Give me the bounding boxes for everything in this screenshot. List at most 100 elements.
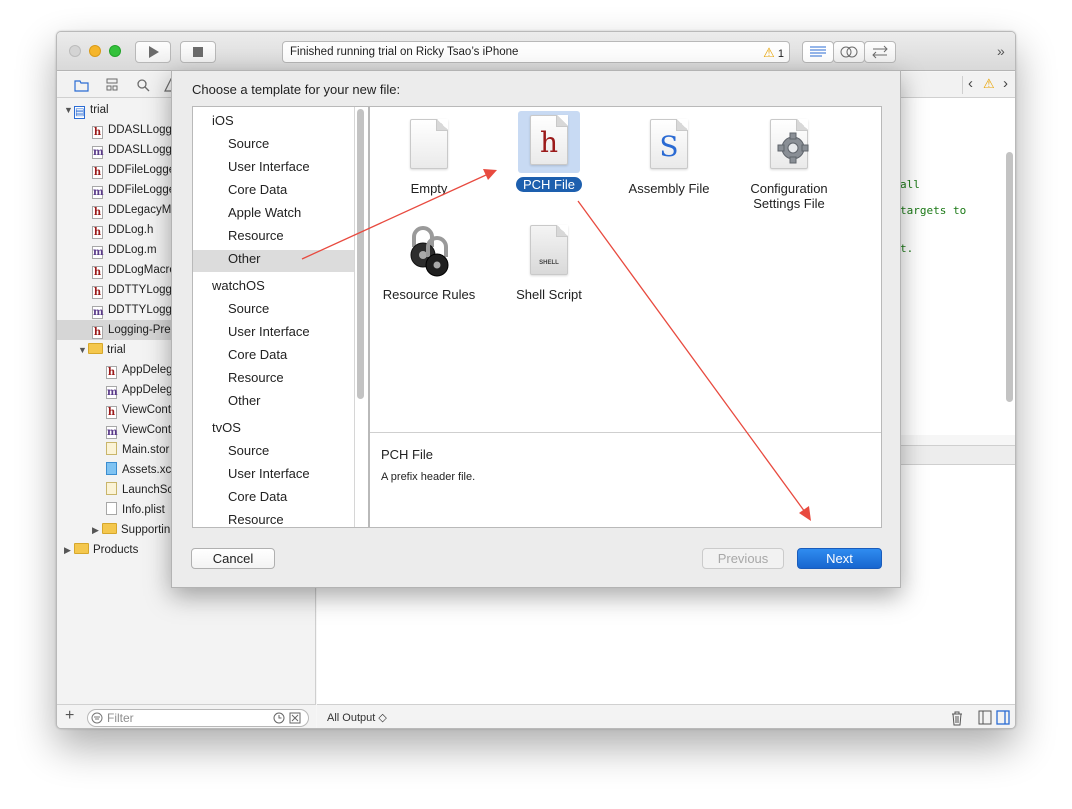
editor-scrollbar[interactable] — [1006, 152, 1013, 402]
navigator-item[interactable]: m DDASLLogge — [92, 140, 178, 160]
filter-field[interactable]: Filter — [87, 709, 309, 727]
navigator-item[interactable]: m DDFileLogge — [92, 180, 175, 200]
header-file-icon: h — [92, 226, 103, 239]
navigator-item[interactable]: h AppDeleg — [106, 360, 173, 380]
navigator-item[interactable]: h DDLogMacro — [92, 260, 176, 280]
zoom-window-button[interactable] — [109, 45, 121, 57]
navigator-item[interactable]: ▶ Products — [64, 540, 138, 560]
code-line: all — [900, 178, 920, 191]
category-item[interactable]: Resource — [228, 228, 284, 243]
navigator-filter-bar: + Filter — [57, 704, 316, 728]
scm-filter-icon[interactable] — [289, 712, 301, 724]
navigator-item[interactable]: h DDFileLogge — [92, 160, 175, 180]
navigator-item-label: LaunchSc — [122, 484, 174, 496]
template-resource-rules[interactable]: Resource Rules — [374, 221, 484, 302]
template-shell-script[interactable]: SHELL Shell Script — [494, 221, 604, 302]
warning-badge[interactable]: ⚠ 1 — [763, 45, 784, 61]
disclosure-triangle-icon[interactable]: ▶ — [64, 540, 74, 560]
navigator-item[interactable]: h Logging-Pre — [92, 320, 171, 340]
category-item[interactable]: Source — [228, 136, 269, 151]
category-item[interactable]: User Interface — [228, 324, 310, 339]
category-item[interactable]: Resource — [228, 512, 284, 527]
navigator-item[interactable]: Main.stor — [106, 440, 169, 460]
navigator-item[interactable]: ▶ Supportin — [92, 520, 170, 540]
console-view-toggle-icon[interactable] — [996, 710, 1010, 725]
template-pch-file[interactable]: h PCH File — [494, 111, 604, 192]
category-item[interactable]: User Interface — [228, 466, 310, 481]
navigator-item[interactable]: h ViewCont — [106, 400, 171, 420]
template-label: Configuration Settings File — [750, 181, 828, 211]
template-configuration-settings-file[interactable]: Configuration Settings File — [734, 115, 844, 211]
navigator-item-label: Main.stor — [122, 444, 170, 456]
lines-icon — [810, 46, 826, 57]
navigator-item[interactable]: ▼ ▤ trial — [64, 100, 109, 120]
navigator-item[interactable]: m DDTTYLogg — [92, 300, 172, 320]
navigator-item[interactable]: h DDLog.h — [92, 220, 153, 240]
category-item[interactable]: User Interface — [228, 159, 310, 174]
category-item[interactable]: Source — [228, 301, 269, 316]
category-heading: watchOS — [212, 278, 265, 293]
cancel-button[interactable]: Cancel — [191, 548, 275, 569]
template-category-list[interactable]: iOS Source User Interface Core Data Apple Wa… — [192, 106, 369, 528]
category-item[interactable]: Resource — [228, 370, 284, 385]
stop-button[interactable] — [180, 41, 216, 63]
category-item[interactable]: Core Data — [228, 489, 287, 504]
next-button[interactable]: Next — [797, 548, 882, 569]
hierarchy-icon[interactable] — [105, 78, 120, 92]
navigator-item[interactable]: h DDTTYLogg — [92, 280, 172, 300]
code-line: t. — [900, 242, 914, 255]
category-item[interactable]: Core Data — [228, 347, 287, 362]
version-editor-button[interactable] — [864, 41, 896, 63]
output-selector[interactable]: All Output ◇ — [327, 711, 387, 724]
template-empty[interactable]: Empty — [374, 115, 484, 196]
category-item[interactable]: Other — [228, 251, 261, 266]
template-assembly-file[interactable]: S Assembly File — [614, 115, 724, 196]
category-item[interactable]: Core Data — [228, 182, 287, 197]
header-file-icon: h — [92, 166, 103, 179]
add-icon[interactable]: + — [65, 707, 74, 725]
navigator-item[interactable]: h DDLegacyM — [92, 200, 171, 220]
disclosure-triangle-icon[interactable]: ▼ — [64, 100, 74, 120]
navigator-item[interactable]: Info.plist — [106, 500, 165, 520]
run-button[interactable] — [135, 41, 171, 63]
navigator-item[interactable]: m ViewCont — [106, 420, 171, 440]
disclosure-triangle-icon[interactable]: ▶ — [92, 520, 102, 540]
category-item[interactable]: Other — [228, 393, 261, 408]
trash-icon[interactable] — [950, 710, 964, 726]
code-line: targets to — [900, 204, 967, 217]
overflow-chevron-icon[interactable]: » — [997, 43, 1005, 59]
assistant-editor-button[interactable] — [833, 41, 865, 63]
navigator-item[interactable]: m AppDeleg — [106, 380, 173, 400]
navigator-item[interactable]: ▼ trial — [78, 340, 126, 360]
template-label: PCH File — [515, 177, 582, 192]
header-glyph: h — [539, 126, 559, 159]
category-item[interactable]: Source — [228, 443, 269, 458]
folder-navigator-icon[interactable] — [74, 78, 89, 92]
navigator-item-label: DDTTYLogg — [108, 284, 172, 296]
standard-editor-button[interactable] — [802, 41, 834, 63]
clock-icon[interactable] — [273, 712, 285, 724]
disclosure-triangle-icon[interactable]: ▼ — [78, 340, 88, 360]
assembly-file-icon: S — [638, 115, 700, 177]
variables-view-toggle-icon[interactable] — [978, 710, 992, 725]
category-item[interactable]: Apple Watch — [228, 205, 301, 220]
category-scrollbar[interactable] — [357, 109, 364, 399]
search-icon[interactable] — [136, 78, 150, 92]
navigator-item[interactable]: m DDLog.m — [92, 240, 157, 260]
close-window-button[interactable] — [69, 45, 81, 57]
previous-button[interactable]: Previous — [702, 548, 784, 569]
editor-warning-icon[interactable]: ⚠ — [983, 76, 995, 92]
console-filter-bar: All Output ◇ — [317, 704, 1015, 728]
minimize-window-button[interactable] — [89, 45, 101, 57]
navigator-item[interactable]: h DDASLLogge — [92, 120, 178, 140]
warning-icon: ⚠ — [763, 45, 775, 60]
navigator-item-label: trial — [107, 344, 126, 356]
navigator-item[interactable]: Assets.xc — [106, 460, 171, 480]
implementation-file-icon: m — [92, 246, 104, 259]
filter-placeholder: Filter — [107, 711, 134, 725]
forward-chevron-icon[interactable]: › — [1003, 75, 1008, 92]
back-chevron-icon[interactable]: ‹ — [968, 75, 973, 92]
empty-file-icon — [398, 115, 460, 177]
template-label: Empty — [410, 181, 448, 196]
navigator-item[interactable]: LaunchSc — [106, 480, 173, 500]
